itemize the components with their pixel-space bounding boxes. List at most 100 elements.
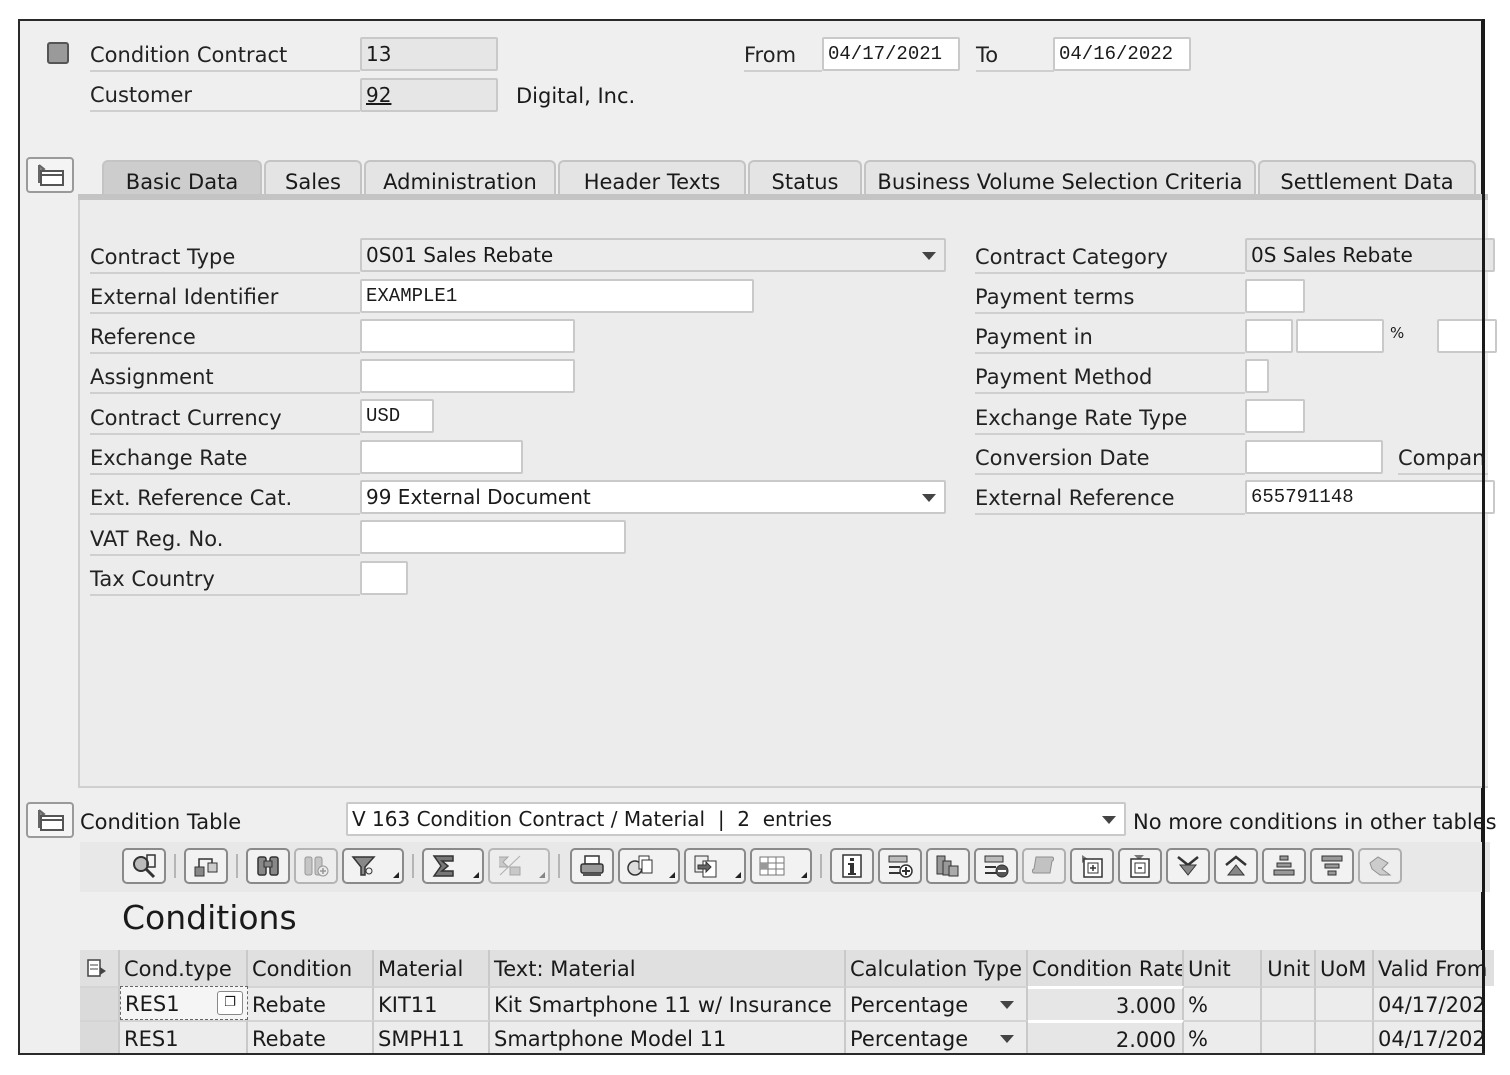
insert-row-button[interactable] [878,848,922,884]
hierarchy-button[interactable] [184,848,228,884]
cond-type-cell[interactable]: RES1 ❐ [120,986,248,1020]
tab-status[interactable]: Status [748,160,862,198]
tab-settlement-data[interactable]: Settlement Data [1258,160,1476,198]
col-header-valid-from[interactable]: Valid From [1374,950,1494,986]
condition-cell[interactable]: Rebate [248,986,374,1020]
ext-reference-cat-dropdown[interactable]: 99 External Document [360,480,946,514]
text-material-cell[interactable]: Kit Smartphone 11 w/ Insurance [490,986,846,1020]
col-header-uom[interactable]: UoM [1316,950,1374,986]
dropdown-arrow-icon[interactable] [735,872,741,878]
contract-type-dropdown[interactable]: 0S01 Sales Rebate [360,238,946,272]
condition-rate-cell[interactable]: 2.000 [1028,1020,1184,1054]
payment-terms-field[interactable] [1245,279,1305,313]
dropdown-arrow-icon[interactable] [473,872,479,878]
tab-basic-data[interactable]: Basic Data [102,160,262,198]
unit-cell[interactable]: % [1184,986,1262,1020]
copy-row-button[interactable] [926,848,970,884]
exchange-rate-type-field[interactable] [1245,399,1305,433]
payment-in-date-field[interactable] [1296,319,1384,353]
material-cell[interactable]: SMPH11 [374,1020,490,1054]
col-header-condition-rate[interactable]: Condition Rate [1028,950,1184,986]
col-header-calc-type[interactable]: Calculation Type [846,950,1028,986]
valid-from-field[interactable]: 04/17/2021 [822,37,960,71]
dropdown-arrow-icon[interactable] [669,872,675,878]
subtotal-button[interactable] [488,848,550,884]
unit-cell[interactable]: % [1184,1020,1262,1054]
dropdown-arrow-icon[interactable] [922,252,936,260]
external-identifier-field[interactable]: EXAMPLE1 [360,279,754,313]
tab-sales[interactable]: Sales [264,160,362,198]
details-button[interactable] [122,848,166,884]
contract-number-field[interactable]: 13 [360,37,498,71]
condition-rate-cell[interactable]: 3.000 [1028,986,1184,1020]
unit2-cell[interactable] [1262,1020,1316,1054]
sort-descending-button[interactable] [1310,848,1354,884]
dropdown-arrow-icon[interactable] [1102,816,1116,824]
expand-conditions-button[interactable] [26,802,74,838]
select-all-button[interactable] [80,950,120,986]
payment-in-percent-field[interactable] [1437,319,1497,353]
value-help-icon[interactable]: ❐ [217,991,243,1015]
double-down-button[interactable] [1166,848,1210,884]
unit2-cell[interactable] [1262,986,1316,1020]
col-header-material[interactable]: Material [374,950,490,986]
scroll-button[interactable] [1022,848,1066,884]
col-header-text-material[interactable]: Text: Material [490,950,846,986]
tax-country-field[interactable] [360,561,408,595]
filter-button[interactable] [342,848,404,884]
refresh-button[interactable] [1358,848,1402,884]
conversion-date-field[interactable] [1245,440,1383,474]
dropdown-arrow-icon[interactable] [1000,1001,1014,1009]
find-next-button[interactable] [294,848,338,884]
expand-button[interactable] [1070,848,1114,884]
vat-reg-no-field[interactable] [360,520,626,554]
material-cell[interactable]: KIT11 [374,986,490,1020]
exchange-rate-field[interactable] [360,440,523,474]
layout-button[interactable] [750,848,812,884]
dropdown-arrow-icon[interactable] [1000,1035,1014,1043]
col-header-cond-type[interactable]: Cond.type [120,950,248,986]
find-button[interactable] [246,848,290,884]
expand-header-button[interactable] [26,157,74,193]
tab-header-texts[interactable]: Header Texts [558,160,746,198]
row-selector[interactable] [80,986,120,1020]
reference-field[interactable] [360,319,575,353]
uom-cell[interactable] [1316,986,1374,1020]
customer-number[interactable]: 92 [366,83,391,107]
views-button[interactable] [618,848,680,884]
contract-currency-field[interactable]: USD [360,399,434,433]
col-header-condition[interactable]: Condition [248,950,374,986]
delete-row-button[interactable] [974,848,1018,884]
dropdown-arrow-icon[interactable] [539,872,545,878]
export-button[interactable] [684,848,746,884]
print-button[interactable] [570,848,614,884]
condition-table-dropdown[interactable]: V 163 Condition Contract / Material | 2 … [346,802,1126,836]
external-reference-field[interactable]: 655791148 [1245,480,1495,514]
customer-field[interactable]: 92 [360,78,498,112]
col-header-unit[interactable]: Unit [1184,950,1262,986]
valid-from-cell[interactable]: 04/17/2021 [1374,1020,1484,1054]
double-up-button[interactable] [1214,848,1258,884]
calc-type-dropdown[interactable]: Percentage [846,1020,1028,1054]
tab-business-volume[interactable]: Business Volume Selection Criteria [864,160,1256,198]
payment-in-days-field[interactable] [1245,319,1293,353]
valid-to-field[interactable]: 04/16/2022 [1053,37,1191,71]
payment-method-field[interactable] [1245,359,1269,393]
text-material-cell[interactable]: Smartphone Model 11 [490,1020,846,1054]
dropdown-arrow-icon[interactable] [393,872,399,878]
sum-button[interactable] [422,848,484,884]
col-header-unit-2[interactable]: Unit [1262,950,1316,986]
condition-cell[interactable]: Rebate [248,1020,374,1054]
assignment-field[interactable] [360,359,575,393]
cond-type-cell[interactable]: RES1 [120,1020,248,1054]
calc-type-dropdown[interactable]: Percentage [846,986,1028,1020]
uom-cell[interactable] [1316,1020,1374,1054]
info-button[interactable] [830,848,874,884]
dropdown-arrow-icon[interactable] [801,872,807,878]
tab-administration[interactable]: Administration [364,160,556,198]
row-selector[interactable] [80,1020,120,1054]
collapse-button[interactable] [1118,848,1162,884]
dropdown-arrow-icon[interactable] [922,494,936,502]
sort-ascending-button[interactable] [1262,848,1306,884]
valid-from-cell[interactable]: 04/17/2021 [1374,986,1484,1020]
